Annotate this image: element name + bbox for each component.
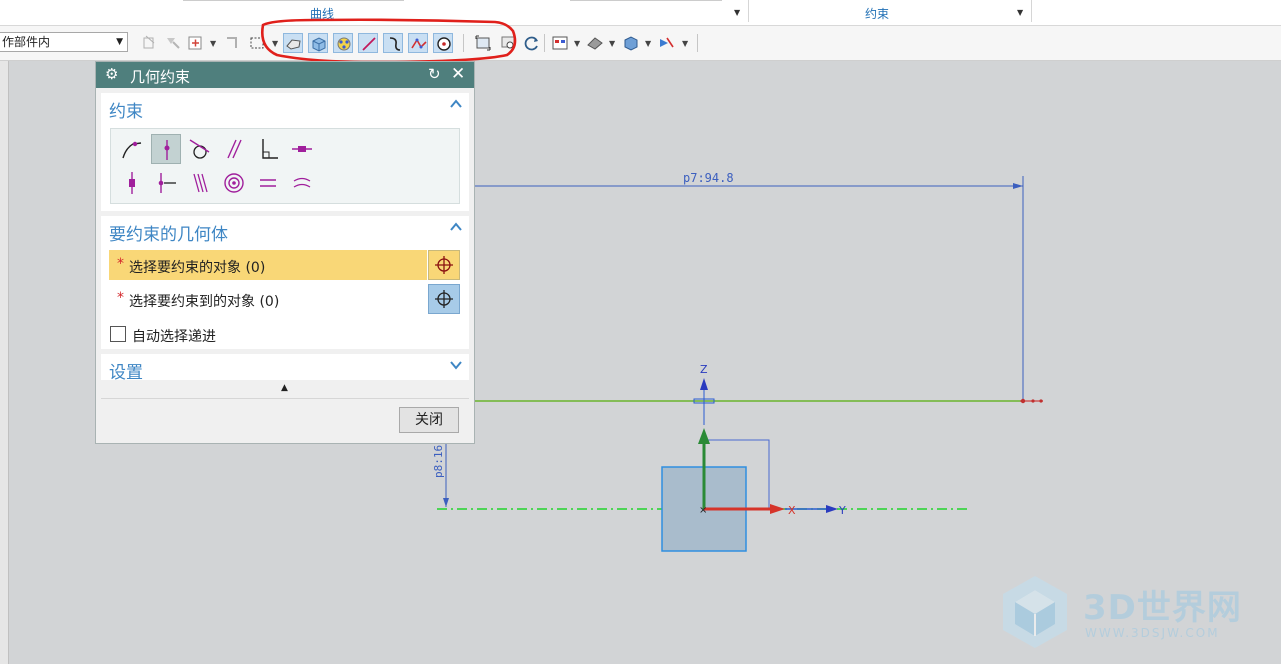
- crosshair-icon: [435, 256, 453, 274]
- ribbon-group-label: 约束: [865, 7, 890, 21]
- select-target-row[interactable]: * 选择要约束到的对象 (0): [109, 284, 427, 314]
- chevron-down-icon[interactable]: ▼: [645, 39, 651, 48]
- settings-section: 设置: [101, 354, 469, 383]
- axis-label-x: X: [788, 504, 796, 517]
- select-objects-button[interactable]: [428, 250, 460, 280]
- section-title[interactable]: 设置: [109, 358, 143, 383]
- chevron-down-icon[interactable]: ▼: [210, 39, 216, 48]
- equal-radius-icon[interactable]: [287, 168, 317, 198]
- chevron-up-icon[interactable]: [449, 220, 463, 234]
- filter-icon[interactable]: [163, 33, 183, 53]
- collinear-icon[interactable]: [185, 168, 215, 198]
- perpendicular-icon[interactable]: [253, 134, 283, 164]
- origin-marker: ×: [699, 505, 707, 516]
- chevron-down-icon: ▼: [116, 37, 123, 47]
- vertical-icon[interactable]: [117, 168, 147, 198]
- toolbar-separator: [697, 34, 698, 52]
- deselect-all-icon[interactable]: [140, 33, 160, 53]
- close-button[interactable]: 关闭: [399, 407, 459, 433]
- chevron-down-icon[interactable]: ▼: [574, 39, 580, 48]
- triangle-up-icon: ▲: [281, 383, 288, 393]
- ribbon-group-constraint[interactable]: 约束 ▼: [749, 0, 1029, 25]
- point-on-face-icon[interactable]: [222, 33, 242, 53]
- midpoint-icon[interactable]: [151, 168, 181, 198]
- point-on-curve-icon[interactable]: [117, 134, 147, 164]
- display-mode-icon[interactable]: [550, 33, 570, 53]
- snap-point-icon[interactable]: [186, 33, 206, 53]
- selection-toolbar: 作部件内 ▼ ▼ ▼ ▼ ▼ ▼ ▼: [0, 26, 1281, 61]
- parallel-icon[interactable]: [219, 134, 249, 164]
- equal-length-icon[interactable]: [253, 168, 283, 198]
- dimension-p7[interactable]: p7:94.8: [470, 171, 1024, 400]
- selection-scope-value: 作部件内: [2, 35, 51, 49]
- chevron-down-icon[interactable]: ▼: [609, 39, 615, 48]
- select-objects-label: 选择要约束的对象 (0): [129, 260, 266, 276]
- crosshair-icon: [435, 290, 453, 308]
- ribbon-expand-icon[interactable]: ▼: [734, 8, 740, 17]
- dialog-title: 几何约束: [130, 68, 191, 86]
- render-style-icon[interactable]: [585, 33, 605, 53]
- gear-icon[interactable]: ⚙: [105, 65, 118, 83]
- reset-icon[interactable]: ↻: [428, 65, 441, 83]
- auto-advance-checkbox[interactable]: [110, 326, 126, 342]
- line-endpoint[interactable]: [1020, 398, 1043, 404]
- geometric-constraints-dialog: ⚙ 几何约束 ↻ ✕ 约束 要约束的几何体 * 选择要约束的对象 (0) * 选…: [95, 61, 475, 444]
- geometry-section: 要约束的几何体 * 选择要约束的对象 (0) * 选择要约束到的对象 (0) 自…: [101, 216, 469, 349]
- section-title[interactable]: 约束: [109, 97, 143, 122]
- ribbon-expand-icon[interactable]: ▼: [1017, 8, 1023, 17]
- horizontal-icon[interactable]: [287, 134, 317, 164]
- dialog-title-bar[interactable]: ⚙ 几何约束 ↻ ✕: [96, 62, 474, 88]
- orient-view-icon[interactable]: [621, 33, 641, 53]
- tangent-icon[interactable]: [185, 134, 215, 164]
- axis-label-z: Z: [700, 363, 708, 376]
- select-target-label: 选择要约束到的对象 (0): [129, 294, 280, 310]
- more-options-toggle[interactable]: ▲: [101, 381, 469, 399]
- required-marker: *: [117, 256, 124, 272]
- edit-section-icon[interactable]: [656, 33, 676, 53]
- select-objects-row[interactable]: * 选择要约束的对象 (0): [109, 250, 427, 280]
- dimension-label: p8:16.: [432, 438, 445, 478]
- watermark-brand: 3D世界网: [1083, 588, 1242, 628]
- select-target-button[interactable]: [428, 284, 460, 314]
- red-annotation-ellipse: [261, 18, 517, 64]
- watermark: 3D世界网 WWW.3DSJW.COM: [995, 572, 1275, 657]
- auto-advance-label: 自动选择递进: [132, 329, 216, 345]
- chevron-up-icon[interactable]: [449, 97, 463, 111]
- toolbar-separator: [544, 34, 545, 52]
- point-on-line-icon[interactable]: [151, 134, 181, 164]
- ribbon-separator: [1031, 0, 1032, 22]
- axis-label-y: Y: [838, 504, 846, 517]
- required-marker: *: [117, 290, 124, 306]
- watermark-url: WWW.3DSJW.COM: [1085, 626, 1220, 640]
- rotate-icon[interactable]: [522, 33, 542, 53]
- chevron-down-icon[interactable]: [449, 358, 463, 372]
- constraint-section: 约束: [101, 93, 469, 211]
- ribbon-group-bar: 曲线 ▼ 约束 ▼: [0, 0, 1281, 26]
- chevron-down-icon[interactable]: ▼: [682, 39, 688, 48]
- dimension-label: p7:94.8: [683, 171, 734, 185]
- concentric-icon[interactable]: [219, 168, 249, 198]
- constraint-palette: [110, 128, 460, 204]
- watermark-cube-logo: [1003, 576, 1067, 648]
- section-title[interactable]: 要约束的几何体: [109, 220, 228, 245]
- selection-scope-dropdown[interactable]: 作部件内 ▼: [0, 32, 128, 52]
- close-icon[interactable]: ✕: [451, 64, 465, 84]
